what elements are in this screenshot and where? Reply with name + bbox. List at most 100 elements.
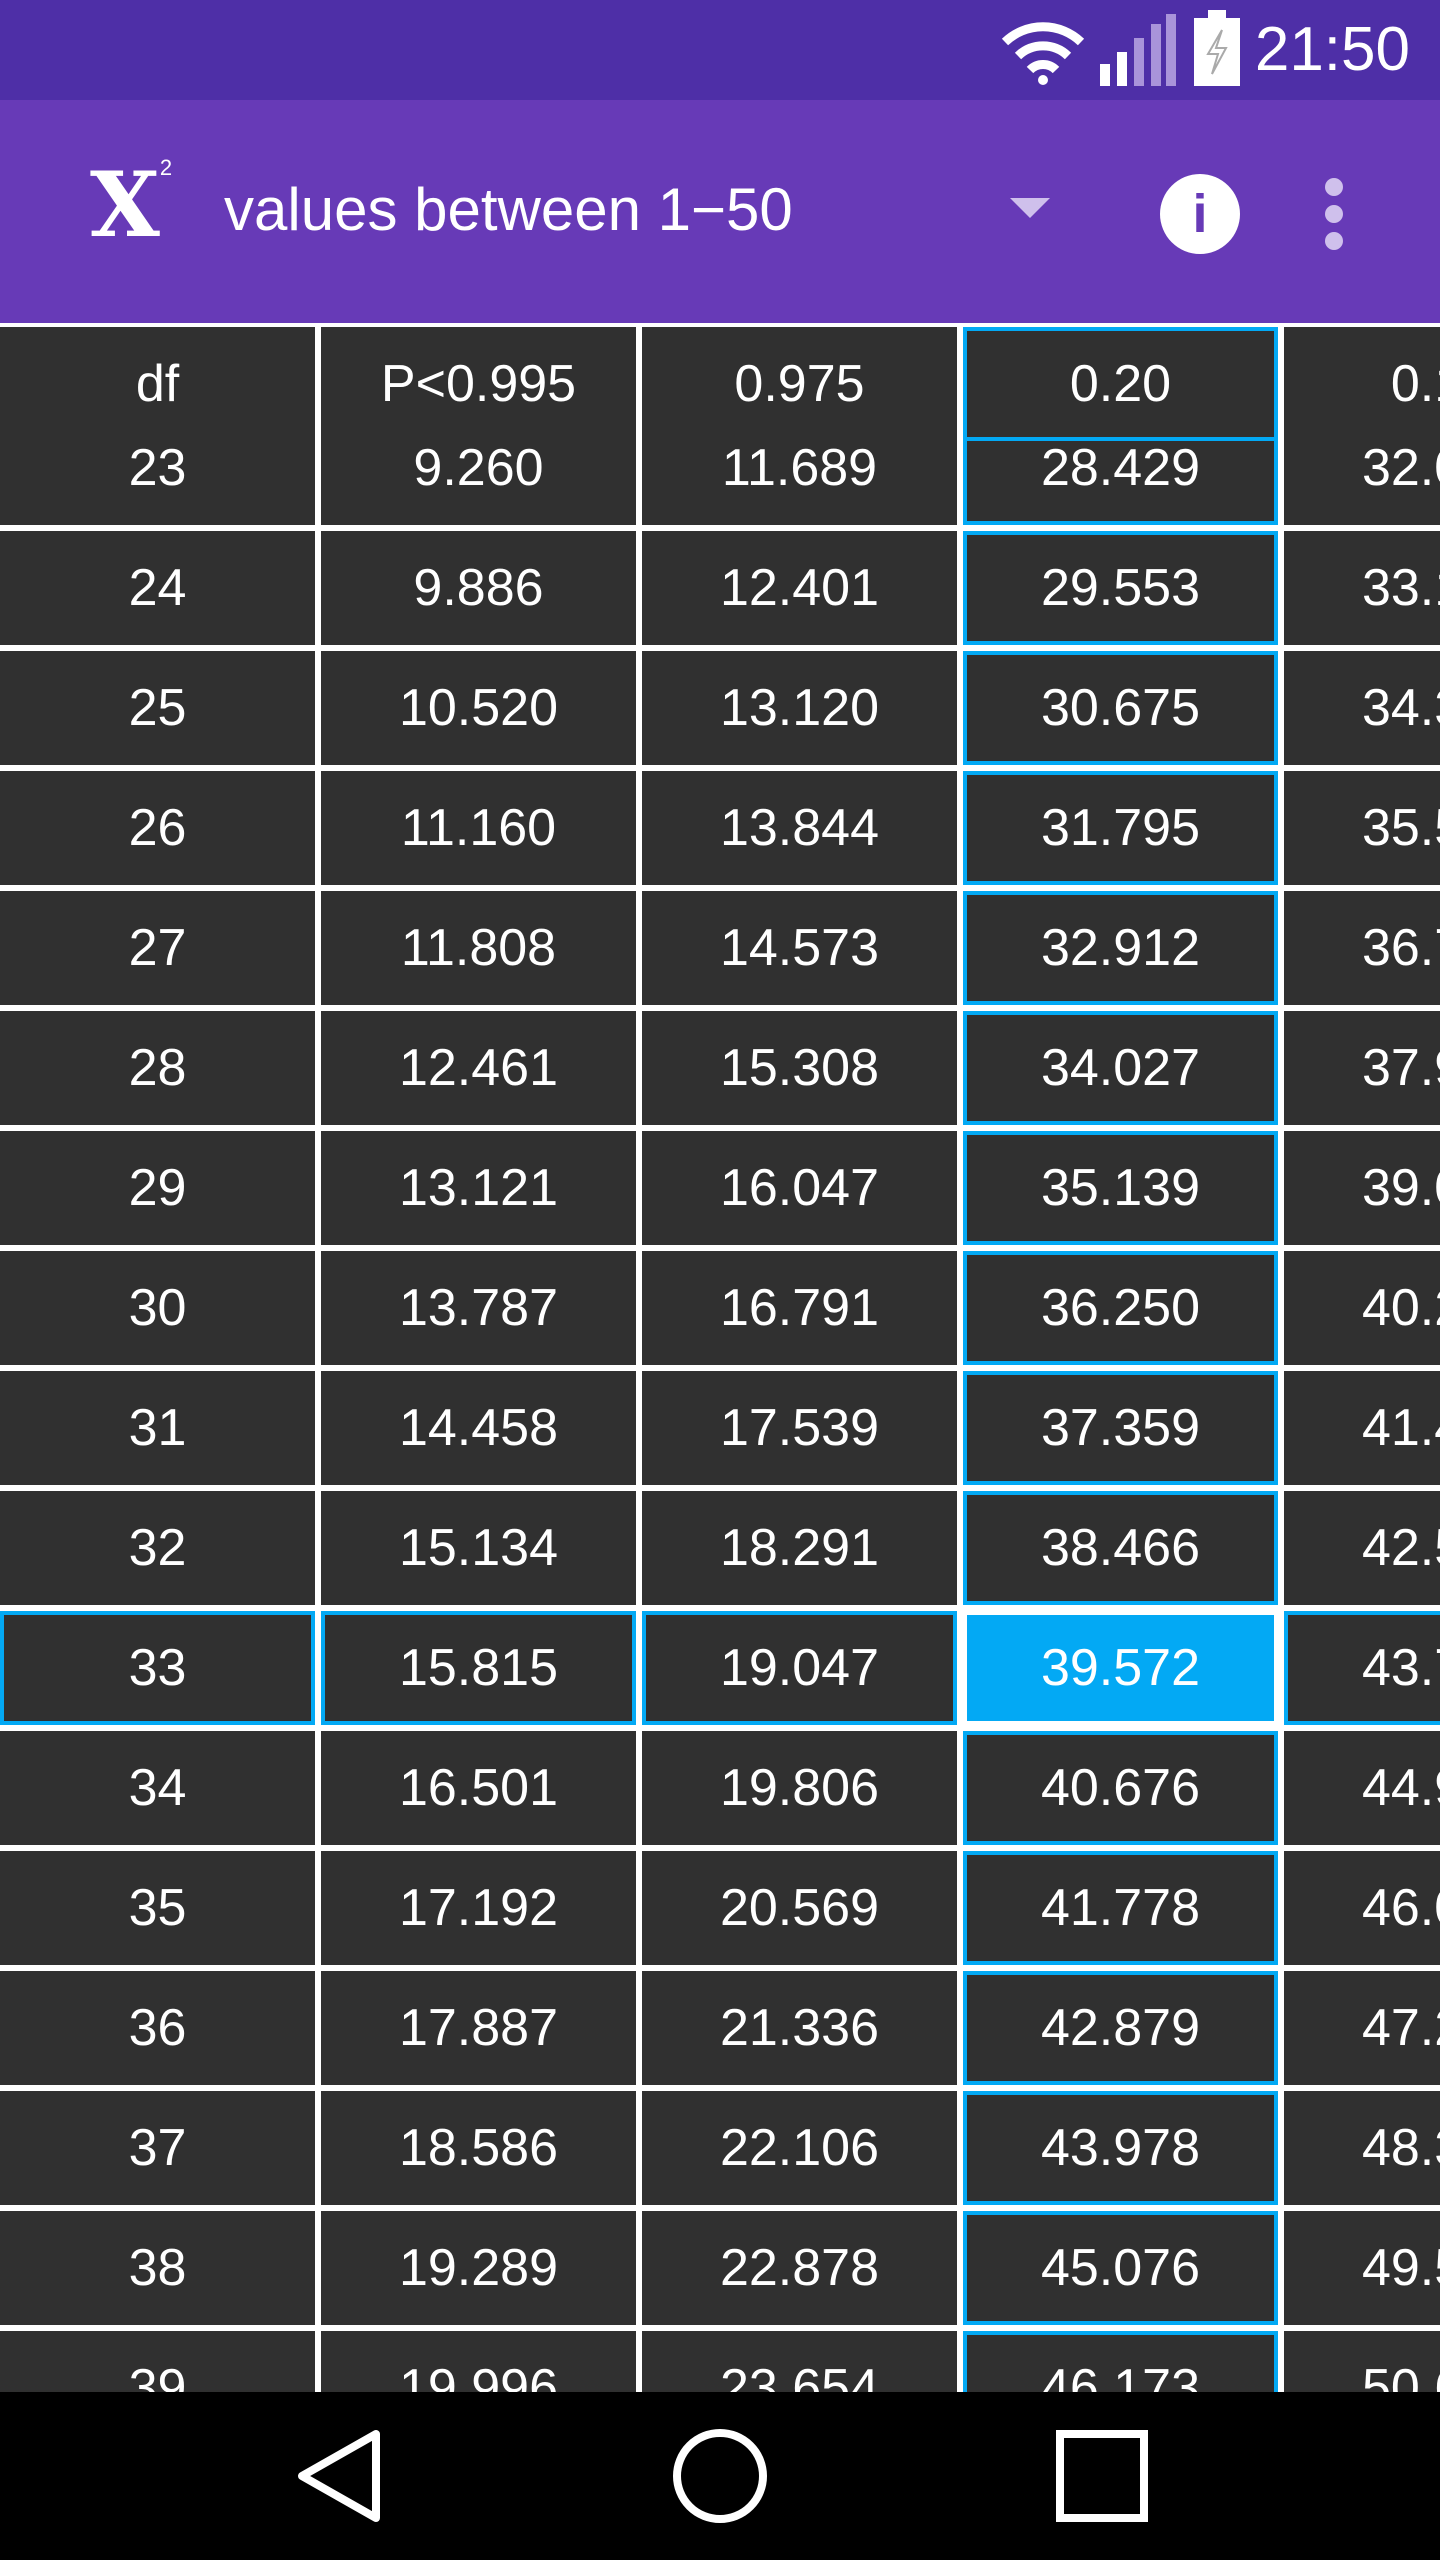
df-cell[interactable]: 36	[0, 1971, 315, 2085]
value-cell[interactable]: 33.196	[1284, 531, 1440, 645]
df-cell[interactable]: 35	[0, 1851, 315, 1965]
df-cell[interactable]: 39	[0, 2331, 315, 2392]
value-cell[interactable]: 11.689	[642, 441, 957, 525]
value-cell[interactable]: 40.256	[1284, 1251, 1440, 1365]
column-header[interactable]: 0.20	[963, 327, 1278, 441]
df-cell[interactable]: 37	[0, 2091, 315, 2205]
value-cell[interactable]: 13.120	[642, 651, 957, 765]
selected-value-cell[interactable]: 39.572	[963, 1611, 1278, 1725]
value-cell[interactable]: 19.996	[321, 2331, 636, 2392]
value-cell[interactable]: 18.291	[642, 1491, 957, 1605]
value-cell[interactable]: 29.553	[963, 531, 1278, 645]
df-cell[interactable]: 29	[0, 1131, 315, 1245]
value-cell[interactable]: 45.076	[963, 2211, 1278, 2325]
table-body[interactable]: 239.26011.68928.42932.007249.88612.40129…	[0, 441, 1440, 2392]
value-cell[interactable]: 40.676	[963, 1731, 1278, 1845]
value-cell[interactable]: 46.173	[963, 2331, 1278, 2392]
info-icon[interactable]: i	[1160, 174, 1240, 254]
recents-icon[interactable]	[1052, 2426, 1152, 2526]
value-cell[interactable]: 17.887	[321, 1971, 636, 2085]
value-cell[interactable]: 28.429	[963, 441, 1278, 525]
value-cell[interactable]: 44.903	[1284, 1731, 1440, 1845]
value-cell[interactable]: 11.808	[321, 891, 636, 1005]
range-spinner-label[interactable]: values between 1−50	[224, 180, 793, 240]
column-header[interactable]: 0.10	[1284, 327, 1440, 441]
value-cell[interactable]: 19.289	[321, 2211, 636, 2325]
value-cell[interactable]: 48.363	[1284, 2091, 1440, 2205]
value-cell[interactable]: 30.675	[963, 651, 1278, 765]
chi-square-table: dfP<0.9950.9750.200.10 239.26011.68928.4…	[0, 323, 1440, 2392]
value-cell[interactable]: 23.654	[642, 2331, 957, 2392]
value-cell[interactable]: 31.795	[963, 771, 1278, 885]
value-cell[interactable]: 13.787	[321, 1251, 636, 1365]
df-cell[interactable]: 26	[0, 771, 315, 885]
value-cell[interactable]: 41.422	[1284, 1371, 1440, 1485]
value-cell[interactable]: 34.382	[1284, 651, 1440, 765]
value-cell[interactable]: 16.501	[321, 1731, 636, 1845]
value-cell[interactable]: 20.569	[642, 1851, 957, 1965]
df-cell[interactable]: 28	[0, 1011, 315, 1125]
column-header[interactable]: 0.975	[642, 327, 957, 441]
home-icon[interactable]	[670, 2426, 770, 2526]
df-cell[interactable]: 33	[0, 1611, 315, 1725]
value-cell[interactable]: 22.878	[642, 2211, 957, 2325]
value-cell[interactable]: 16.791	[642, 1251, 957, 1365]
df-cell[interactable]: 32	[0, 1491, 315, 1605]
value-cell[interactable]: 43.745	[1284, 1611, 1440, 1725]
value-cell[interactable]: 11.160	[321, 771, 636, 885]
value-cell[interactable]: 47.212	[1284, 1971, 1440, 2085]
df-cell[interactable]: 38	[0, 2211, 315, 2325]
df-cell[interactable]: 23	[0, 441, 315, 525]
value-cell[interactable]: 9.260	[321, 441, 636, 525]
df-cell[interactable]: 27	[0, 891, 315, 1005]
column-header[interactable]: df	[0, 327, 315, 441]
column-header[interactable]: P<0.995	[321, 327, 636, 441]
value-cell[interactable]: 9.886	[321, 531, 636, 645]
df-cell[interactable]: 25	[0, 651, 315, 765]
value-cell[interactable]: 32.912	[963, 891, 1278, 1005]
value-cell[interactable]: 36.250	[963, 1251, 1278, 1365]
value-cell[interactable]: 10.520	[321, 651, 636, 765]
value-cell[interactable]: 50.660	[1284, 2331, 1440, 2392]
value-cell[interactable]: 34.027	[963, 1011, 1278, 1125]
value-cell[interactable]: 36.741	[1284, 891, 1440, 1005]
value-cell[interactable]: 15.134	[321, 1491, 636, 1605]
value-cell[interactable]: 12.461	[321, 1011, 636, 1125]
value-cell[interactable]: 14.458	[321, 1371, 636, 1485]
value-cell[interactable]: 22.106	[642, 2091, 957, 2205]
df-cell[interactable]: 34	[0, 1731, 315, 1845]
value-cell[interactable]: 15.815	[321, 1611, 636, 1725]
value-cell[interactable]: 46.059	[1284, 1851, 1440, 1965]
value-cell[interactable]: 37.359	[963, 1371, 1278, 1485]
value-cell[interactable]: 16.047	[642, 1131, 957, 1245]
value-cell[interactable]: 37.916	[1284, 1011, 1440, 1125]
value-cell[interactable]: 14.573	[642, 891, 957, 1005]
value-cell[interactable]: 39.087	[1284, 1131, 1440, 1245]
value-cell[interactable]: 42.879	[963, 1971, 1278, 2085]
value-cell[interactable]: 17.192	[321, 1851, 636, 1965]
value-cell[interactable]: 49.513	[1284, 2211, 1440, 2325]
value-cell[interactable]: 13.844	[642, 771, 957, 885]
df-cell[interactable]: 31	[0, 1371, 315, 1485]
value-cell[interactable]: 35.563	[1284, 771, 1440, 885]
value-cell[interactable]: 43.978	[963, 2091, 1278, 2205]
value-cell[interactable]: 35.139	[963, 1131, 1278, 1245]
df-cell[interactable]: 30	[0, 1251, 315, 1365]
more-vert-icon[interactable]	[1325, 178, 1345, 250]
value-cell[interactable]: 13.121	[321, 1131, 636, 1245]
df-cell[interactable]: 24	[0, 531, 315, 645]
value-cell[interactable]: 12.401	[642, 531, 957, 645]
value-cell[interactable]: 42.585	[1284, 1491, 1440, 1605]
value-cell[interactable]: 41.778	[963, 1851, 1278, 1965]
value-cell[interactable]: 32.007	[1284, 441, 1440, 525]
value-cell[interactable]: 19.806	[642, 1731, 957, 1845]
value-cell[interactable]: 18.586	[321, 2091, 636, 2205]
value-cell[interactable]: 19.047	[642, 1611, 957, 1725]
value-cell[interactable]: 38.466	[963, 1491, 1278, 1605]
value-cell[interactable]: 21.336	[642, 1971, 957, 2085]
value-cell[interactable]: 15.308	[642, 1011, 957, 1125]
status-bar: 21:50	[0, 0, 1440, 100]
triangle-down-icon[interactable]	[1010, 198, 1050, 218]
value-cell[interactable]: 17.539	[642, 1371, 957, 1485]
back-icon[interactable]	[290, 2426, 390, 2526]
